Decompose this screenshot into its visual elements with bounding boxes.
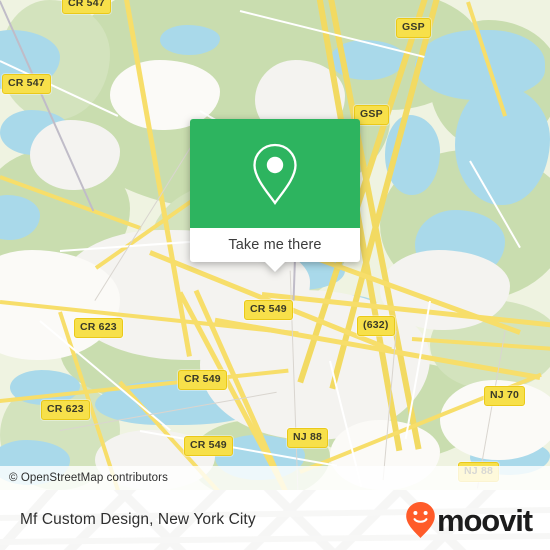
road-shield: CR 547 bbox=[2, 74, 51, 94]
road-shield: CR 547 bbox=[62, 0, 111, 14]
road-shield: CR 549 bbox=[178, 370, 227, 390]
road-shield: CR 623 bbox=[41, 400, 90, 420]
popup-action-bar[interactable]: Take me there bbox=[190, 228, 360, 272]
map-pin-icon bbox=[253, 143, 297, 205]
road-shield: CR 549 bbox=[244, 300, 293, 320]
moovit-wordmark: moovit bbox=[436, 502, 533, 538]
road-shield: CR 623 bbox=[74, 318, 123, 338]
road-shield: (632) bbox=[357, 316, 395, 336]
footer-bar: Mf Custom Design, New York City moovit bbox=[0, 490, 550, 550]
road-shield: NJ 88 bbox=[287, 428, 329, 448]
moovit-pin-smiley-icon bbox=[406, 502, 435, 538]
place-title: Mf Custom Design, New York City bbox=[20, 511, 256, 528]
take-me-there-label: Take me there bbox=[228, 237, 322, 253]
moovit-logo[interactable]: moovit bbox=[405, 501, 533, 539]
map-page: CR 547 CR 547 GSP GSP CR 549 (632) CR 623 CR 54… bbox=[0, 0, 550, 550]
map-canvas[interactable]: CR 547 CR 547 GSP GSP CR 549 (632) CR 623 CR 54… bbox=[0, 0, 550, 490]
location-popup-card[interactable]: Take me there bbox=[190, 119, 360, 272]
popup-pointer bbox=[265, 262, 285, 272]
osm-attribution-text[interactable]: © OpenStreetMap contributors bbox=[0, 472, 168, 484]
map-attribution-bar: © OpenStreetMap contributors bbox=[0, 466, 550, 490]
road-shield: GSP bbox=[396, 18, 431, 38]
road-shield: CR 549 bbox=[184, 436, 233, 456]
road-shield: NJ 70 bbox=[484, 386, 526, 406]
popup-image-area bbox=[190, 119, 360, 228]
